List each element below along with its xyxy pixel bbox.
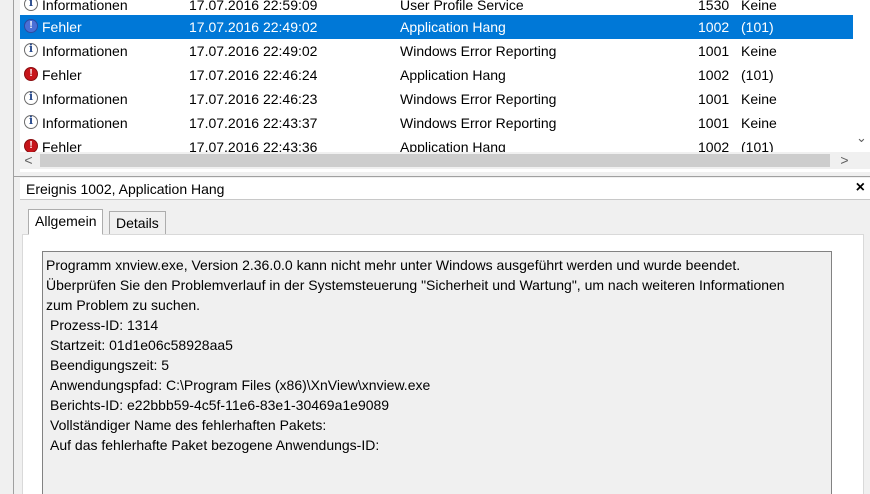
error-icon: [24, 67, 38, 81]
event-date: 17.07.2016 22:49:02: [189, 19, 318, 35]
info-icon: [24, 90, 38, 105]
info-icon: [24, 42, 38, 57]
event-description-text[interactable]: Programm xnview.exe, Version 2.36.0.0 ka…: [42, 251, 832, 494]
error-icon: [24, 139, 38, 153]
scroll-right-icon[interactable]: >: [836, 152, 853, 169]
description-line: zum Problem zu suchen.: [46, 297, 201, 313]
vertical-scrollbar[interactable]: ⌄: [853, 0, 870, 152]
event-level: Fehler: [42, 67, 82, 83]
event-date: 17.07.2016 22:46:24: [189, 67, 318, 83]
event-detail-header: Ereignis 1002, Application Hang ×: [20, 178, 870, 200]
description-line: Prozess-ID: 1314: [50, 317, 159, 333]
description-line: Programm xnview.exe, Version 2.36.0.0 ka…: [46, 257, 741, 273]
error-icon: [24, 19, 38, 33]
close-icon[interactable]: ×: [856, 178, 865, 198]
event-date: 17.07.2016 22:59:09: [189, 0, 318, 13]
horizontal-scroll-thumb[interactable]: [40, 154, 830, 167]
scroll-down-icon[interactable]: ⌄: [853, 130, 870, 150]
event-source: Windows Error Reporting: [400, 91, 557, 107]
description-line: Überprüfen Sie den Problemverlauf in der…: [46, 277, 785, 293]
event-level: Fehler: [42, 19, 82, 35]
event-source: Application Hang: [400, 67, 506, 83]
event-level: Informationen: [42, 0, 128, 13]
event-task-category: Keine: [741, 115, 777, 131]
event-task-category: Keine: [741, 91, 777, 107]
event-level: Informationen: [42, 91, 128, 107]
event-id: 1001: [698, 43, 730, 59]
event-row[interactable]: Fehler 17.07.2016 22:49:02 Application Han…: [20, 15, 853, 39]
description-line: Vollständiger Name des fehlerhaften Pake…: [50, 417, 327, 433]
event-source: Application Hang: [400, 19, 506, 35]
event-id: 1001: [698, 91, 730, 107]
event-date: 17.07.2016 22:49:02: [189, 43, 318, 59]
scroll-left-icon[interactable]: <: [20, 152, 37, 169]
tab-label: Allgemein: [35, 213, 97, 229]
info-icon: [24, 114, 38, 129]
tab-label: Details: [116, 215, 159, 231]
description-line: Auf das fehlerhafte Paket bezogene Anwen…: [50, 437, 380, 453]
event-source: Windows Error Reporting: [400, 43, 557, 59]
event-date: 17.07.2016 22:43:37: [189, 115, 318, 131]
event-id: 1001: [698, 115, 730, 131]
event-date: 17.07.2016 22:46:23: [189, 91, 318, 107]
left-pane-edge: [0, 0, 14, 494]
event-row[interactable]: Fehler 17.07.2016 22:46:24 Application Han…: [20, 63, 853, 87]
event-task-category: (101): [741, 67, 774, 83]
horizontal-scrollbar[interactable]: < >: [20, 152, 870, 169]
event-row[interactable]: Informationen 17.07.2016 22:46:23 Windows …: [20, 87, 853, 111]
event-id: 1002: [698, 67, 730, 83]
event-source: User Profile Service: [400, 0, 524, 13]
tab-details[interactable]: Details: [109, 211, 166, 235]
description-line: Beendigungszeit: 5: [50, 357, 170, 373]
event-task-category: Keine: [741, 43, 777, 59]
event-level: Informationen: [42, 43, 128, 59]
event-task-category: (101): [741, 19, 774, 35]
event-level: Informationen: [42, 115, 128, 131]
pane-splitter[interactable]: [14, 172, 870, 177]
event-row[interactable]: Informationen 17.07.2016 22:49:02 Windows …: [20, 39, 853, 63]
event-task-category: Keine: [741, 0, 777, 13]
tab-allgemein[interactable]: Allgemein: [28, 209, 104, 235]
event-id: 1530: [698, 0, 730, 13]
event-list[interactable]: Informationen 17.07.2016 22:59:09 User Pro…: [20, 0, 870, 172]
event-id: 1002: [698, 19, 730, 35]
event-row[interactable]: Informationen 17.07.2016 22:43:37 Windows …: [20, 111, 853, 135]
event-detail-title: Ereignis 1002, Application Hang: [26, 181, 225, 197]
description-line: Startzeit: 01d1e06c58928aa5: [50, 337, 233, 353]
description-line: Anwendungspfad: C:\Program Files (x86)\X…: [50, 377, 431, 393]
description-line: Berichts-ID: e22bbb59-4c5f-11e6-83e1-304…: [50, 397, 390, 413]
info-icon: [24, 0, 38, 11]
event-source: Windows Error Reporting: [400, 115, 557, 131]
